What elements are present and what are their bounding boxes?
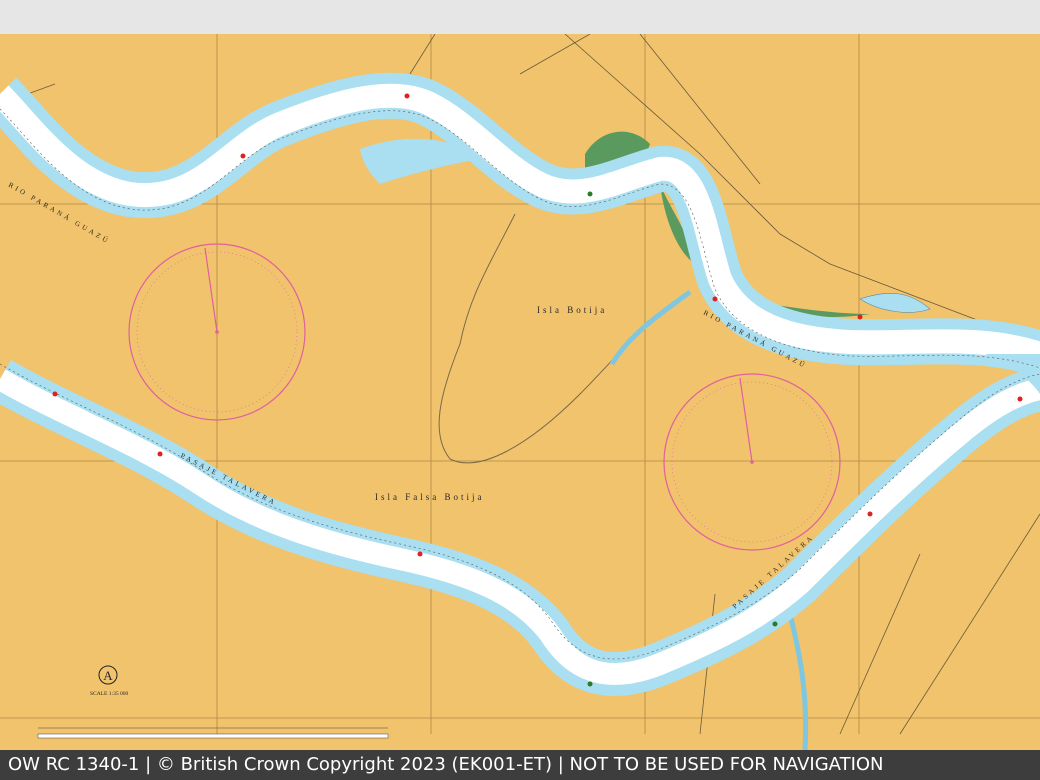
copyright-caption: OW RC 1340-1 | © British Crown Copyright… xyxy=(0,750,1040,780)
land-area xyxy=(0,34,1040,750)
label-isla-botija: Isla Botija xyxy=(537,305,607,315)
label-isla-falsa-botija: Isla Falsa Botija xyxy=(375,492,485,502)
scale-label: SCALE 1:35 000 xyxy=(90,691,128,697)
top-toolbar xyxy=(0,0,1040,34)
panel-letter: A xyxy=(103,668,113,683)
nautical-chart[interactable]: Isla Botija Isla Falsa Botija RIO PARANÁ… xyxy=(0,34,1040,750)
